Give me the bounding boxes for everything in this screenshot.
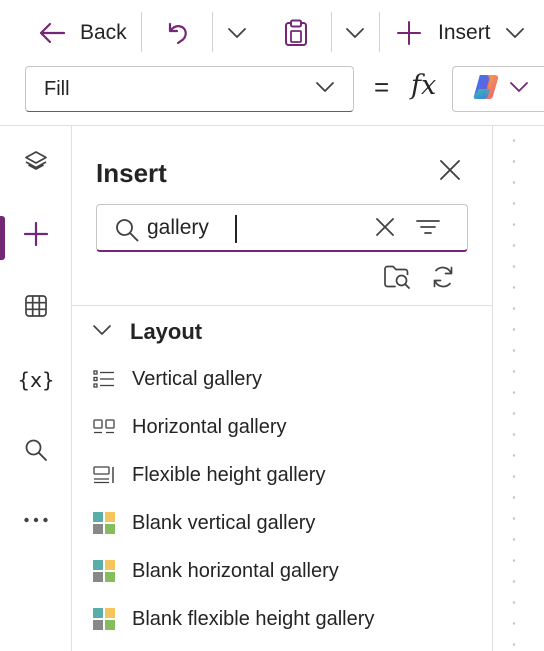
refresh-icon bbox=[430, 264, 456, 295]
toolbar-divider bbox=[331, 12, 332, 52]
item-label: Blank flexible height gallery bbox=[132, 607, 375, 630]
refresh-button[interactable] bbox=[428, 264, 458, 294]
back-label: Back bbox=[80, 21, 127, 44]
panel-divider bbox=[72, 305, 492, 306]
group-header-layout[interactable]: Layout bbox=[92, 316, 202, 348]
insert-item-blank-horizontal-gallery[interactable]: Blank horizontal gallery bbox=[92, 551, 482, 591]
arrow-left-icon bbox=[38, 21, 66, 45]
toolbar-divider bbox=[379, 12, 380, 52]
search-box bbox=[96, 204, 468, 252]
group-label: Layout bbox=[130, 319, 203, 344]
text-caret bbox=[235, 215, 237, 243]
plus-icon bbox=[396, 20, 422, 46]
toolbar-divider bbox=[141, 12, 142, 52]
plus-icon bbox=[22, 220, 50, 253]
rail-item-tree-view[interactable] bbox=[0, 140, 72, 188]
copilot-button[interactable] bbox=[452, 66, 544, 112]
chevron-down-icon bbox=[345, 27, 365, 39]
rail-item-more[interactable] bbox=[0, 496, 72, 544]
vertical-gallery-icon bbox=[92, 367, 116, 391]
horizontal-gallery-icon bbox=[92, 415, 116, 439]
undo-dropdown-button[interactable] bbox=[222, 12, 252, 54]
chevron-down-icon bbox=[315, 80, 335, 98]
insert-label: Insert bbox=[438, 21, 491, 44]
insert-item-blank-flexible-height-gallery[interactable]: Blank flexible height gallery bbox=[92, 599, 482, 639]
variables-icon: {x} bbox=[17, 368, 55, 392]
item-label: Horizontal gallery bbox=[132, 415, 287, 438]
insert-item-blank-vertical-gallery[interactable]: Blank vertical gallery bbox=[92, 503, 482, 543]
filter-icon bbox=[416, 218, 440, 241]
table-icon bbox=[23, 293, 49, 324]
search-input[interactable] bbox=[147, 213, 362, 243]
design-canvas[interactable] bbox=[494, 126, 544, 651]
back-button[interactable]: Back bbox=[30, 12, 135, 54]
undo-icon bbox=[165, 20, 191, 46]
left-nav-rail: {x} bbox=[0, 126, 72, 651]
equals-sign: = bbox=[374, 72, 390, 102]
filter-button[interactable] bbox=[415, 217, 441, 241]
close-icon bbox=[439, 159, 461, 186]
insert-item-horizontal-gallery[interactable]: Horizontal gallery bbox=[92, 407, 482, 447]
rail-item-insert[interactable] bbox=[0, 212, 72, 260]
close-icon bbox=[375, 217, 395, 242]
power-apps-studio: Back Insert Fill = fx {x} Insert gallery… bbox=[0, 0, 544, 651]
close-panel-button[interactable] bbox=[434, 156, 466, 188]
panel-title: Insert bbox=[96, 158, 167, 188]
rail-item-search[interactable] bbox=[0, 428, 72, 476]
blank-gallery-icon bbox=[92, 511, 116, 535]
fx-icon: fx bbox=[411, 70, 437, 101]
layers-icon bbox=[23, 149, 49, 180]
property-value: Fill bbox=[44, 77, 70, 100]
command-bar: Back Insert Fill = fx bbox=[0, 0, 544, 126]
copilot-icon bbox=[471, 72, 501, 107]
chevron-down-icon bbox=[92, 323, 112, 341]
flexible-height-gallery-icon bbox=[92, 463, 116, 487]
insert-item-flexible-height-gallery[interactable]: Flexible height gallery bbox=[92, 455, 482, 495]
folder-search-icon bbox=[383, 264, 411, 295]
paste-dropdown-button[interactable] bbox=[340, 12, 370, 54]
property-dropdown[interactable]: Fill bbox=[25, 66, 354, 112]
undo-button[interactable] bbox=[158, 12, 198, 54]
blank-gallery-icon bbox=[92, 559, 116, 583]
item-label: Blank vertical gallery bbox=[132, 511, 316, 534]
chevron-down-icon bbox=[509, 80, 529, 98]
search-icon bbox=[23, 437, 49, 468]
search-icon bbox=[114, 217, 140, 248]
item-label: Vertical gallery bbox=[132, 367, 263, 390]
clear-search-button[interactable] bbox=[373, 217, 397, 241]
browse-components-button[interactable] bbox=[382, 264, 412, 294]
blank-gallery-icon bbox=[92, 607, 116, 631]
insert-panel: Insert gallery Layout Vertical gallery H… bbox=[72, 126, 493, 651]
insert-item-vertical-gallery[interactable]: Vertical gallery bbox=[92, 359, 482, 399]
toolbar-divider bbox=[212, 12, 213, 52]
rail-item-data[interactable] bbox=[0, 284, 72, 332]
rail-item-variables[interactable]: {x} bbox=[0, 356, 72, 404]
item-label: Blank horizontal gallery bbox=[132, 559, 339, 582]
chevron-down-icon bbox=[227, 27, 247, 39]
chevron-down-icon bbox=[505, 27, 525, 39]
clipboard-icon bbox=[284, 19, 308, 47]
insert-button[interactable]: Insert bbox=[392, 12, 529, 54]
paste-button[interactable] bbox=[276, 12, 316, 54]
item-label: Flexible height gallery bbox=[132, 463, 326, 486]
more-icon bbox=[23, 511, 49, 529]
